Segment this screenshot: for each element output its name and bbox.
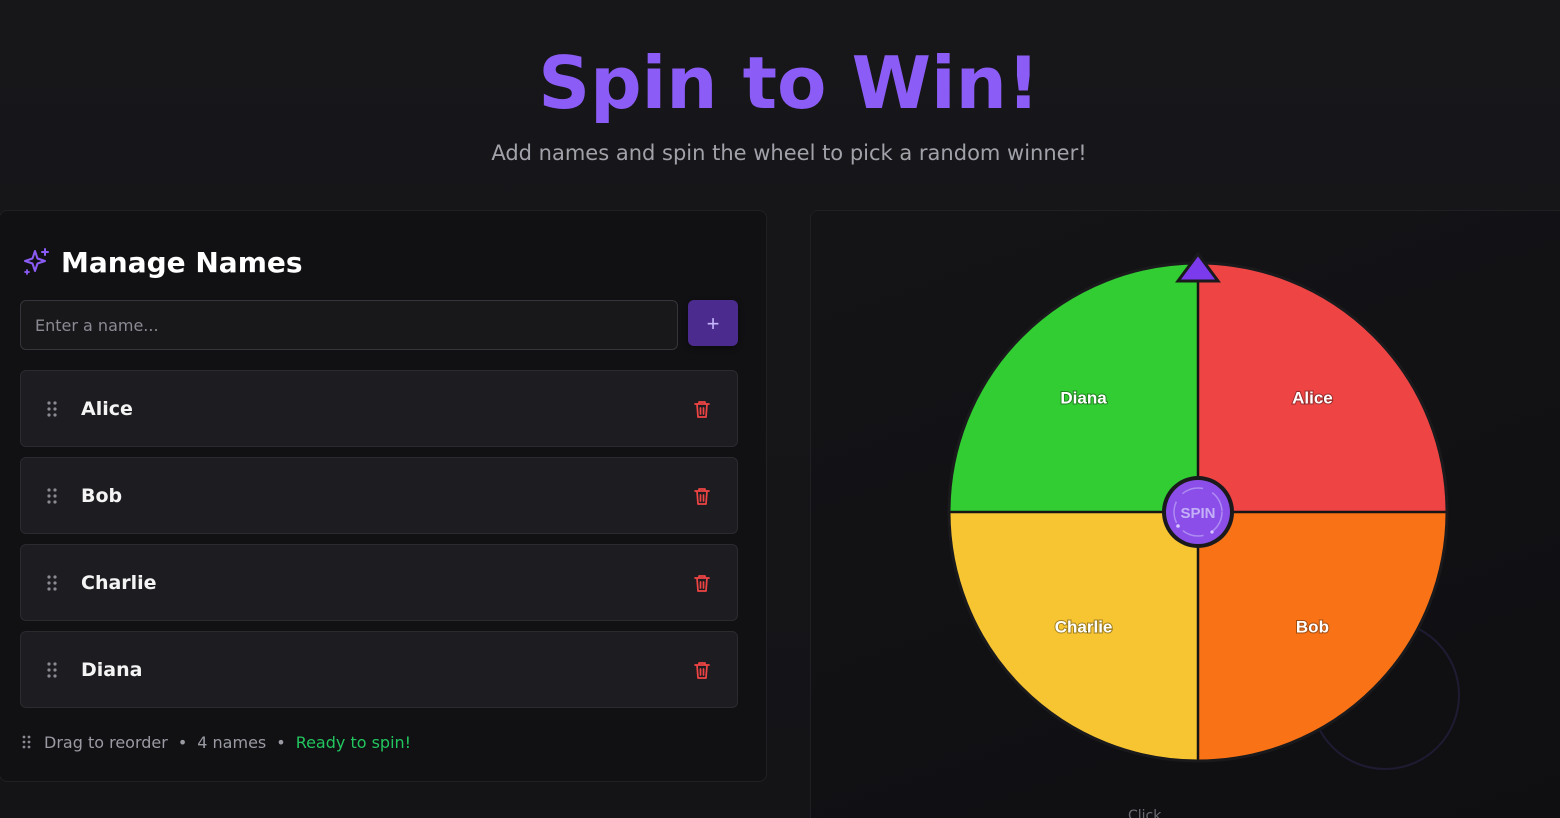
app-page: Spin to Win! Add names and spin the whee… <box>0 0 1560 818</box>
grip-vertical-icon[interactable] <box>47 575 57 591</box>
spin-button[interactable]: SPIN <box>1162 476 1234 548</box>
plus-icon: + <box>706 311 720 336</box>
page-header: Spin to Win! Add names and spin the whee… <box>0 0 1560 210</box>
name-count: 4 names <box>197 732 267 752</box>
names-footer: Drag to reorder • 4 names • Ready to spi… <box>22 730 411 754</box>
trash-icon[interactable] <box>693 399 711 419</box>
page-title: Spin to Win! <box>538 41 1040 125</box>
wheel-segment-diana <box>949 263 1198 512</box>
name-label: Charlie <box>81 572 157 594</box>
sparkles-icon <box>24 248 49 275</box>
grip-vertical-icon[interactable] <box>47 401 57 417</box>
name-label: Diana <box>81 659 143 681</box>
manage-names-title: Manage Names <box>61 245 303 279</box>
spin-button-label: SPIN <box>1180 505 1215 522</box>
wheel-segment-label: Diana <box>1060 389 1107 408</box>
name-row-charlie[interactable]: Charlie <box>20 544 738 621</box>
spin-button-sparkle <box>1176 524 1180 528</box>
name-input[interactable] <box>20 300 678 350</box>
wheel-segment-label: Bob <box>1296 617 1329 636</box>
name-label: Bob <box>81 485 123 507</box>
wheel-segment-label: Alice <box>1292 389 1333 408</box>
manage-names-heading: Manage Names <box>21 244 303 280</box>
page-subtitle: Add names and spin the wheel to pick a r… <box>491 141 1087 165</box>
name-row-bob[interactable]: Bob <box>20 457 738 534</box>
grip-vertical-icon[interactable] <box>47 662 57 678</box>
spin-wheel[interactable]: Alice Bob Charlie Diana SPIN <box>940 250 1460 770</box>
separator-dot: • <box>177 732 188 752</box>
name-row-diana[interactable]: Diana <box>20 631 738 708</box>
wheel-segment-bob <box>1198 512 1447 761</box>
name-label: Alice <box>81 398 133 420</box>
wheel-segment-label: Charlie <box>1055 617 1113 636</box>
trash-icon[interactable] <box>693 573 711 593</box>
trash-icon[interactable] <box>693 486 711 506</box>
wheel-segment-charlie <box>949 512 1198 761</box>
add-name-button[interactable]: + <box>688 300 738 346</box>
wheel-hint-text: Click <box>1128 808 1162 818</box>
wheel-segment-alice <box>1198 263 1447 512</box>
ready-status: Ready to spin! <box>295 732 412 752</box>
grip-vertical-icon[interactable] <box>47 488 57 504</box>
separator-dot: • <box>276 732 286 752</box>
name-list: Alice Bob Charlie Diana <box>20 370 738 718</box>
drag-hint-text: Drag to reorder <box>44 732 168 752</box>
grip-vertical-icon <box>22 735 31 749</box>
trash-icon[interactable] <box>693 660 711 680</box>
name-row-alice[interactable]: Alice <box>20 370 738 447</box>
spin-button-sparkle <box>1210 530 1214 534</box>
